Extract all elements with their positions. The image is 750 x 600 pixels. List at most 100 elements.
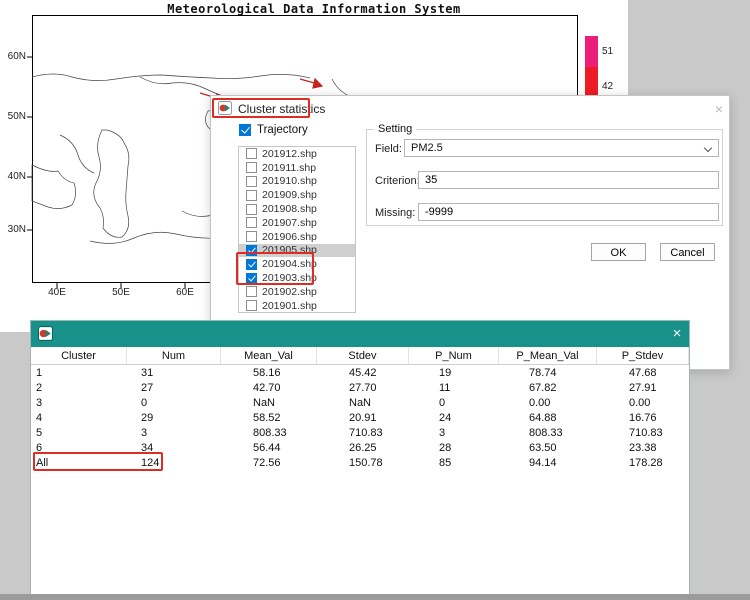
list-item[interactable]: 201902.shp <box>239 285 355 299</box>
cell: 0 <box>127 396 221 411</box>
lat-label: 50N <box>4 111 26 122</box>
table-row[interactable]: 2 27 42.70 27.70 11 67.82 27.91 <box>31 381 689 396</box>
checkbox-icon[interactable] <box>239 124 251 136</box>
colorbar-segment-magenta <box>585 36 598 67</box>
table-row-all[interactable]: All 124 72.56 150.78 85 94.14 178.28 <box>31 456 689 471</box>
column-header[interactable]: Stdev <box>317 347 409 364</box>
cluster-result-window: Cluster Num Mean_Val Stdev P_Num P_Mean_… <box>30 320 690 597</box>
checkbox-icon[interactable] <box>246 162 257 173</box>
column-header[interactable]: P_Mean_Val <box>499 347 597 364</box>
criterion-input[interactable] <box>418 171 719 189</box>
column-header[interactable]: P_Stdev <box>597 347 689 364</box>
cell: NaN <box>221 396 317 411</box>
cell: 45.42 <box>317 366 409 381</box>
cell: 178.28 <box>597 456 689 471</box>
field-label: Field: <box>375 143 402 155</box>
colorbar-segment-red <box>585 67 598 96</box>
cell: 16.76 <box>597 411 689 426</box>
cell: 78.74 <box>499 366 597 381</box>
list-item[interactable]: 201901.shp <box>239 299 355 313</box>
table-body: 1 31 58.16 45.42 19 78.74 47.68 2 27 42.… <box>31 366 689 471</box>
table-row[interactable]: 4 29 58.52 20.91 24 64.88 16.76 <box>31 411 689 426</box>
table-row[interactable]: 6 34 56.44 26.25 28 63.50 23.38 <box>31 441 689 456</box>
list-item[interactable]: 201908.shp <box>239 202 355 216</box>
dialog-title: Cluster statistics <box>238 102 325 116</box>
cell: 28 <box>409 441 499 456</box>
column-header[interactable]: Num <box>127 347 221 364</box>
file-label: 201903.shp <box>262 272 317 284</box>
close-icon[interactable] <box>669 326 685 342</box>
ok-button[interactable]: OK <box>591 243 646 261</box>
file-label: 201909.shp <box>262 189 317 201</box>
trajectory-file-list[interactable]: 201912.shp 201911.shp 201910.shp 201909.… <box>238 146 356 313</box>
cell: 1 <box>31 366 127 381</box>
cell: 34 <box>127 441 221 456</box>
list-item[interactable]: 201909.shp <box>239 188 355 202</box>
list-item[interactable]: 201906.shp <box>239 230 355 244</box>
cell: 20.91 <box>317 411 409 426</box>
cell: 85 <box>409 456 499 471</box>
field-value: PM2.5 <box>411 142 443 154</box>
checkbox-icon[interactable] <box>246 204 257 215</box>
list-item[interactable]: 201904.shp <box>239 257 355 271</box>
cell: NaN <box>317 396 409 411</box>
checkbox-icon[interactable] <box>246 273 257 284</box>
list-item[interactable]: 201905.shp <box>239 244 355 258</box>
cell: 26.25 <box>317 441 409 456</box>
table-row[interactable]: 1 31 58.16 45.42 19 78.74 47.68 <box>31 366 689 381</box>
checkbox-icon[interactable] <box>246 231 257 242</box>
cell: 808.33 <box>221 426 317 441</box>
checkbox-icon[interactable] <box>246 217 257 228</box>
cell: 27.91 <box>597 381 689 396</box>
missing-input[interactable] <box>418 203 719 221</box>
list-item[interactable]: 201912.shp <box>239 147 355 161</box>
column-header[interactable]: Cluster <box>31 347 127 364</box>
cell: 42.70 <box>221 381 317 396</box>
cell: 0.00 <box>597 396 689 411</box>
column-header[interactable]: P_Num <box>409 347 499 364</box>
cell: 6 <box>31 441 127 456</box>
checkbox-icon[interactable] <box>246 148 257 159</box>
checkbox-icon[interactable] <box>246 300 257 311</box>
map-window-title: Meteorological Data Information System <box>0 2 628 16</box>
cancel-button[interactable]: Cancel <box>660 243 715 261</box>
list-item[interactable]: 201907.shp <box>239 216 355 230</box>
checkbox-icon[interactable] <box>246 190 257 201</box>
trajectory-checkbox-row[interactable]: Trajectory <box>239 124 308 136</box>
cell: 94.14 <box>499 456 597 471</box>
colorbar-value: 51 <box>602 46 613 57</box>
cell: 47.68 <box>597 366 689 381</box>
table-window-titlebar[interactable] <box>31 321 689 347</box>
cell: 710.83 <box>317 426 409 441</box>
column-header[interactable]: Mean_Val <box>221 347 317 364</box>
lon-label: 40E <box>44 287 70 298</box>
field-dropdown[interactable]: PM2.5 <box>404 139 719 157</box>
cell: 23.38 <box>597 441 689 456</box>
cell: 4 <box>31 411 127 426</box>
list-item[interactable]: 201910.shp <box>239 175 355 189</box>
checkbox-icon[interactable] <box>246 176 257 187</box>
cell: 150.78 <box>317 456 409 471</box>
checkbox-icon[interactable] <box>246 286 257 297</box>
cell: 27 <box>127 381 221 396</box>
list-item[interactable]: 201903.shp <box>239 271 355 285</box>
lat-label: 40N <box>4 171 26 182</box>
trajectory-label: Trajectory <box>257 124 308 136</box>
dialog-titlebar[interactable]: Cluster statistics <box>211 96 729 120</box>
file-label: 201905.shp <box>262 244 317 256</box>
cell: All <box>31 456 127 471</box>
checkbox-icon[interactable] <box>246 245 257 256</box>
checkbox-icon[interactable] <box>246 259 257 270</box>
close-icon[interactable] <box>711 102 727 118</box>
cell: 3 <box>31 396 127 411</box>
lat-label: 60N <box>4 51 26 62</box>
file-label: 201908.shp <box>262 203 317 215</box>
cell: 3 <box>127 426 221 441</box>
table-row[interactable]: 3 0 NaN NaN 0 0.00 0.00 <box>31 396 689 411</box>
file-label: 201902.shp <box>262 286 317 298</box>
table-row[interactable]: 5 3 808.33 710.83 3 808.33 710.83 <box>31 426 689 441</box>
lat-label: 30N <box>4 224 26 235</box>
cell: 0.00 <box>499 396 597 411</box>
list-item[interactable]: 201911.shp <box>239 161 355 175</box>
cell: 56.44 <box>221 441 317 456</box>
